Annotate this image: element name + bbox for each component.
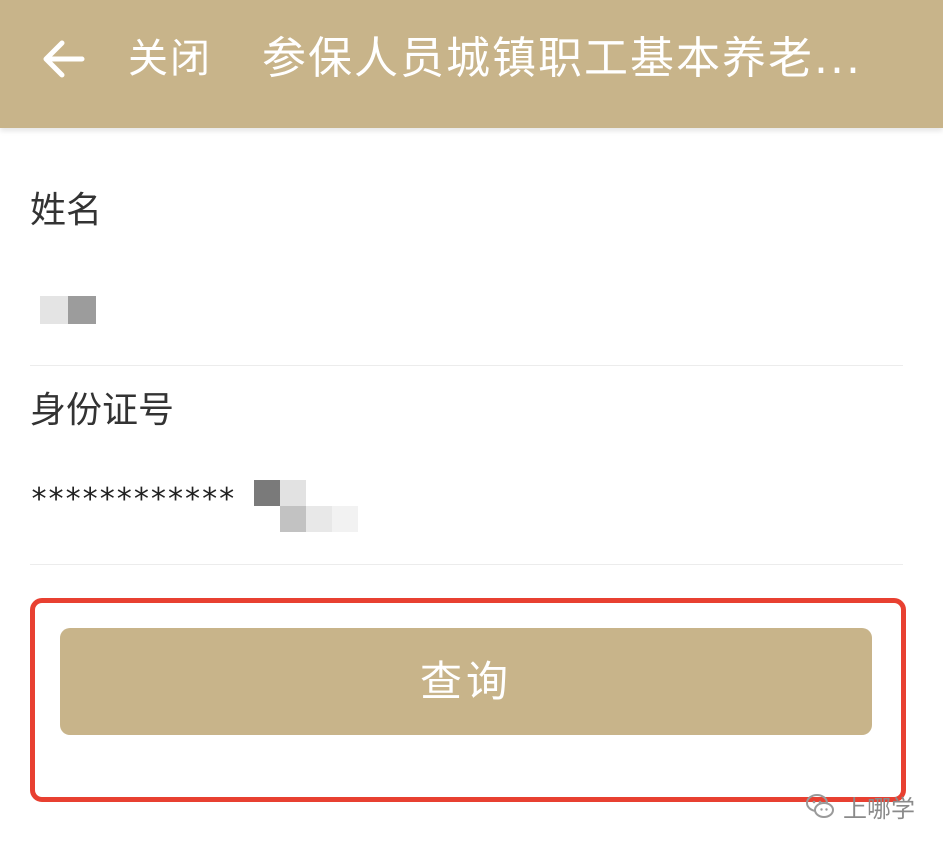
id-number-value: ************ (30, 482, 236, 517)
app-header: 关闭 参保人员城镇职工基本养老... (0, 0, 943, 128)
query-button[interactable]: 查询 (60, 628, 872, 735)
name-label: 姓名 (30, 190, 103, 231)
id-number-label: 身份证号 (30, 390, 175, 431)
watermark-text: 上哪学 (843, 794, 915, 823)
wechat-icon (806, 794, 834, 818)
divider (30, 564, 903, 565)
name-value-blurred (40, 296, 100, 324)
page-title: 参保人员城镇职工基本养老... (262, 33, 862, 84)
divider (30, 365, 903, 366)
watermark: 上哪学 (805, 786, 915, 826)
id-number-blurred (254, 480, 364, 536)
close-button[interactable]: 关闭 (128, 32, 212, 86)
arrow-left-icon (43, 40, 85, 78)
back-button[interactable] (38, 34, 88, 84)
